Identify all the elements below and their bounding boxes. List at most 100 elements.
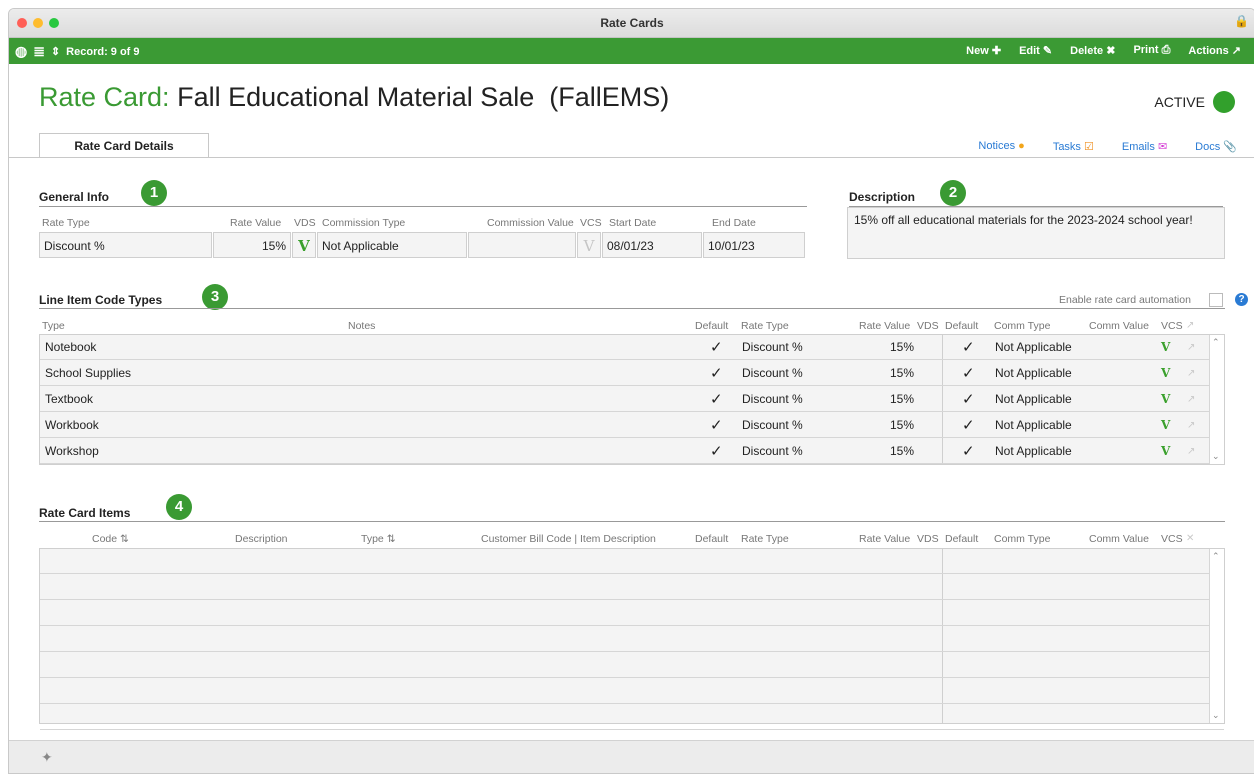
cell-rate-value: 15%	[890, 418, 915, 432]
col-comm-type: Comm Type	[994, 320, 1051, 332]
vcs-checkmark-icon[interactable]: V	[577, 232, 601, 258]
rate-cards-window: Rate Cards 🔒 ◍ ≣ ⇕ Record: 9 of 9 New ✚ …	[8, 8, 1254, 774]
automation-checkbox[interactable]	[1209, 293, 1223, 307]
list-icon[interactable]: ≣	[33, 43, 45, 60]
notices-link[interactable]: Notices ●	[978, 140, 1024, 153]
cell-default[interactable]: ✓	[710, 361, 723, 386]
table-row[interactable]: Textbook ✓ Discount % 15% ✓ Not Applicable V ↗	[40, 387, 1224, 412]
edit-button[interactable]: Edit ✎	[1019, 44, 1052, 57]
rate-type-field[interactable]: Discount %	[39, 232, 212, 258]
sort-icon: ⇅	[386, 533, 396, 545]
line-items-scrollbar[interactable]: ⌃ ⌄	[1209, 335, 1224, 464]
pencil-icon: ✎	[1042, 45, 1053, 57]
warning-icon: ●	[1018, 140, 1025, 152]
end-date-field[interactable]: 10/01/23	[703, 232, 805, 258]
table-row[interactable]: Notebook ✓ Discount % 15% ✓ Not Applicable V ↗	[40, 335, 1224, 360]
status-dot-icon	[1213, 91, 1235, 113]
emails-link[interactable]: Emails ✉	[1122, 140, 1167, 153]
cell-rate-type: Discount %	[742, 444, 803, 458]
cell-comm-type: Not Applicable	[995, 366, 1072, 380]
scroll-down-icon[interactable]: ⌄	[1212, 451, 1220, 462]
scroll-up-icon[interactable]: ⌃	[1212, 551, 1220, 562]
description-field[interactable]: 15% off all educational materials for th…	[847, 207, 1225, 259]
printer-icon: ⎙	[1161, 44, 1171, 56]
line-item-code-types-heading: Line Item Code Types	[39, 293, 163, 307]
open-arrow-icon[interactable]: ↗	[1187, 335, 1195, 360]
label-rate-type: Rate Type	[42, 217, 90, 229]
cell-default2[interactable]: ✓	[962, 413, 975, 438]
cell-default2[interactable]: ✓	[962, 335, 975, 360]
col-rate-type: Rate Type	[741, 533, 789, 545]
col-vds: VDS	[917, 533, 939, 545]
cell-rate-type: Discount %	[742, 418, 803, 432]
status-label: ACTIVE	[1154, 94, 1205, 110]
lock-icon[interactable]: 🔒	[1234, 14, 1249, 28]
empty-table-row	[40, 705, 1224, 730]
globe-icon[interactable]: ◍	[15, 43, 27, 60]
cell-vcs: V	[1161, 340, 1171, 354]
scroll-down-icon[interactable]: ⌄	[1212, 710, 1220, 721]
rate-items-table: ⌃ ⌄	[39, 548, 1225, 730]
rate-value-field[interactable]: 15%	[213, 232, 291, 258]
cell-rate-value: 15%	[890, 392, 915, 406]
col-comm-value: Comm Value	[1089, 533, 1149, 545]
open-arrow-icon[interactable]: ↗	[1187, 413, 1195, 438]
cell-rate-value: 15%	[890, 340, 915, 354]
empty-table-row	[40, 601, 1224, 626]
open-arrow-icon[interactable]: ↗	[1187, 361, 1195, 386]
new-button[interactable]: New ✚	[966, 44, 1001, 57]
start-date-field[interactable]: 08/01/23	[602, 232, 702, 258]
cell-default[interactable]: ✓	[710, 439, 723, 464]
label-commission-type: Commission Type	[322, 217, 406, 229]
vds-checkmark-icon[interactable]: V	[292, 232, 316, 258]
cell-vcs: V	[1161, 418, 1171, 432]
cell-comm-type: Not Applicable	[995, 418, 1072, 432]
cell-default[interactable]: ✓	[710, 387, 723, 412]
cell-default2[interactable]: ✓	[962, 439, 975, 464]
footer-bar: ✦	[9, 740, 1254, 773]
cell-type: School Supplies	[45, 366, 132, 380]
commission-value-field[interactable]	[468, 232, 576, 258]
actions-button[interactable]: Actions ↗	[1188, 44, 1241, 57]
cell-default[interactable]: ✓	[710, 335, 723, 360]
table-row[interactable]: Workshop ✓ Discount % 15% ✓ Not Applicable V ↗	[40, 439, 1224, 464]
tasks-link[interactable]: Tasks ☑	[1053, 140, 1094, 153]
tab-divider	[9, 157, 1254, 158]
col-code[interactable]: Code ⇅	[92, 533, 129, 545]
commission-type-field[interactable]: Not Applicable	[317, 232, 467, 258]
col-rate-type: Rate Type	[741, 320, 789, 332]
record-stepper-icon[interactable]: ⇕	[51, 45, 60, 58]
col-type[interactable]: Type ⇅	[361, 533, 396, 545]
table-row[interactable]: School Supplies ✓ Discount % 15% ✓ Not Applic…	[40, 361, 1224, 386]
empty-table-row	[40, 679, 1224, 704]
cell-default2[interactable]: ✓	[962, 387, 975, 412]
related-links: Notices ● Tasks ☑ Emails ✉ Docs 📎	[978, 140, 1237, 153]
print-button[interactable]: Print ⎙	[1133, 44, 1170, 57]
table-row[interactable]: Workbook ✓ Discount % 15% ✓ Not Applicable V ↗	[40, 413, 1224, 438]
remove-icon: ✕	[1186, 533, 1195, 544]
delete-button[interactable]: Delete ✖	[1070, 44, 1115, 57]
cell-rate-value: 15%	[890, 444, 915, 458]
open-arrow-icon[interactable]: ↗	[1187, 387, 1195, 412]
scroll-up-icon[interactable]: ⌃	[1212, 337, 1220, 348]
rate-items-scrollbar[interactable]: ⌃ ⌄	[1209, 549, 1224, 723]
tab-rate-card-details[interactable]: Rate Card Details	[39, 133, 209, 158]
docs-link[interactable]: Docs 📎	[1195, 140, 1237, 153]
col-default-2: Default	[945, 320, 979, 332]
cell-vcs: V	[1161, 366, 1171, 380]
plus-icon: ✚	[991, 45, 1002, 57]
task-icon: ☑	[1084, 141, 1094, 153]
label-commission-value: Commission Value	[487, 217, 574, 229]
col-vds: VDS	[917, 320, 939, 332]
title-bar: Rate Cards 🔒	[9, 9, 1254, 38]
cell-vcs: V	[1161, 444, 1171, 458]
help-icon[interactable]: ?	[1235, 293, 1248, 306]
cell-default[interactable]: ✓	[710, 413, 723, 438]
pin-icon[interactable]: ✦	[41, 749, 53, 766]
open-arrow-icon[interactable]: ↗	[1187, 439, 1195, 464]
cell-default2[interactable]: ✓	[962, 361, 975, 386]
label-end-date: End Date	[712, 217, 756, 229]
cell-rate-type: Discount %	[742, 340, 803, 354]
cell-type: Workshop	[45, 444, 99, 458]
badge-2: 2	[940, 180, 966, 206]
